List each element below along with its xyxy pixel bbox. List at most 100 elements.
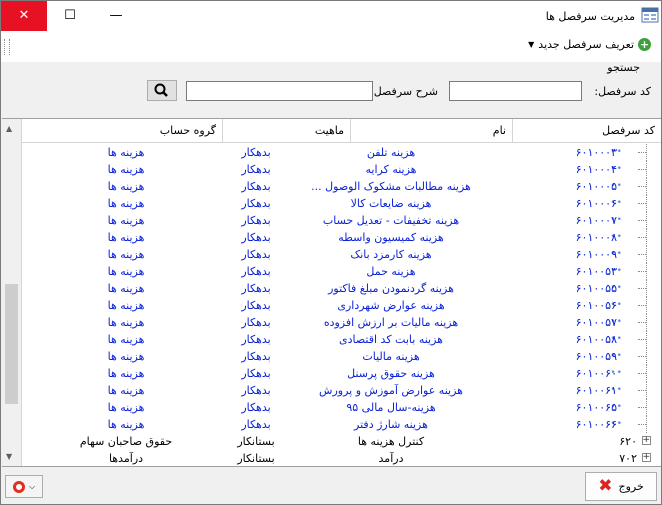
tree-branch <box>638 237 646 238</box>
cell-nature: بدهکار <box>241 401 271 414</box>
table-row[interactable]: •• ۶۰۱۰۰۰۹ هزینه کارمزد بانک بدهکار هزینه ها <box>22 246 661 263</box>
cell-code: ۶۰۱۰۰۶۶ <box>575 418 617 431</box>
cell-group: هزینه ها <box>107 384 145 397</box>
table-row[interactable]: •• ۶۰۱۰۰۰۵ هزینه مطالبات مشکوک الوصول ... ب… <box>22 178 661 195</box>
tree-line <box>646 263 647 280</box>
table-row[interactable]: •• ۶۰۱۰۰۰۶ هزینه ضایعات کالا بدهکار هزینه ها <box>22 195 661 212</box>
cell-code: ۶۰۱۰۰۵۹ <box>575 350 617 363</box>
cell-nature: بدهکار <box>241 316 271 329</box>
table-row[interactable]: •• ۶۰۱۰۰۰۷ هزینه تخفیفات - تعدیل حساب بدهکا… <box>22 212 661 229</box>
cell-code: ۶۰۱۰۰۰۷ <box>575 214 617 227</box>
cell-group: هزینه ها <box>107 163 145 176</box>
cell-nature: بدهکار <box>241 180 271 193</box>
plus-icon: + <box>638 38 651 51</box>
table-row[interactable]: •• ۶۰۱۰۰۶۱ هزینه عوارض آموزش و پرورش بدهکار… <box>22 382 661 399</box>
tree-line <box>646 161 647 178</box>
cell-nature: بدهکار <box>241 299 271 312</box>
tree-line <box>646 331 647 348</box>
table-row[interactable]: •• ۶۰۱۰۰۵۶ هزینه عوارض شهرداری بدهکار هزینه … <box>22 297 661 314</box>
cell-group: هزینه ها <box>107 401 145 414</box>
cell-group: هزینه ها <box>107 316 145 329</box>
cell-name: درآمد <box>378 452 404 465</box>
cell-name: هزینه حقوق پرسنل <box>347 367 435 380</box>
scroll-up-icon[interactable]: ▲ <box>6 124 12 133</box>
scroll-thumb[interactable] <box>5 284 18 404</box>
search-legend: جستجو <box>607 61 640 74</box>
cell-group: هزینه ها <box>107 333 145 346</box>
tree-branch <box>638 322 646 323</box>
table-row[interactable]: •• ۶۰۱۰۰۰۴ هزینه کرایه بدهکار هزینه ها <box>22 161 661 178</box>
cell-name: هزینه مطالبات مشکوک الوصول ... <box>311 180 471 193</box>
cell-nature: بدهکار <box>241 231 271 244</box>
scroll-down-icon[interactable]: ▼ <box>6 452 12 461</box>
cell-group: هزینه ها <box>107 214 145 227</box>
exit-button[interactable]: خروج ✖ <box>585 472 657 501</box>
cell-name: هزینه-سال مالی ۹۵ <box>346 401 436 414</box>
cell-nature: بستانکار <box>237 435 275 448</box>
cell-name: هزینه ضایعات کالا <box>350 197 432 210</box>
table-row[interactable]: •• ۶۰۱۰۰۵۵ هزینه گردنمودن مبلغ فاکتور بدهکا… <box>22 280 661 297</box>
expand-icon[interactable]: + <box>642 453 651 462</box>
tree-line <box>646 212 647 229</box>
cell-nature: بدهکار <box>241 214 271 227</box>
table-row[interactable]: •• ۶۰۱۰۰۰۳ هزینه تلفن بدهکار هزینه ها <box>22 144 661 161</box>
close-button[interactable]: ✕ <box>1 1 47 31</box>
code-label: کد سرفصل: <box>594 85 651 98</box>
tree-branch <box>638 203 646 204</box>
column-header-nature[interactable]: ماهیت <box>222 119 350 142</box>
cell-group: حقوق صاحبان سهام <box>79 435 173 448</box>
cell-code: ۷۰۲ <box>619 452 637 465</box>
cell-name: هزینه گردنمودن مبلغ فاکتور <box>328 282 454 295</box>
minimize-button[interactable]: — <box>93 1 139 31</box>
cell-code: ۶۰۱۰۰۰۹ <box>575 248 617 261</box>
cell-nature: بدهکار <box>241 146 271 159</box>
table-row[interactable]: •• ۶۰۱۰۰۵۷ هزینه مالیات بر ارزش افزوده بدهک… <box>22 314 661 331</box>
cell-group: هزینه ها <box>107 146 145 159</box>
help-dropdown-button[interactable]: ⌵ <box>5 475 43 498</box>
new-account-button[interactable]: + تعریف سرفصل جدید ▼ <box>528 38 651 51</box>
cell-code: ۶۰۱۰۰۰۸ <box>575 231 617 244</box>
column-header-name[interactable]: نام <box>350 119 512 142</box>
tree-branch <box>638 339 646 340</box>
table-row[interactable]: •• ۶۰۱۰۰۶۶ هزینه شارژ دفتر بدهکار هزینه ها <box>22 416 661 433</box>
grid-header: کد سرفصل نام ماهیت گروه حساب <box>22 119 661 143</box>
cell-code: ۶۰۱۰۰۶۵ <box>575 401 617 414</box>
vertical-scrollbar[interactable]: ▲ ▼ <box>2 119 22 466</box>
table-row[interactable]: +۷۰۲ درآمد بستانکار درآمدها <box>22 450 661 466</box>
toolbar-grip[interactable] <box>4 39 10 55</box>
tree-branch <box>638 356 646 357</box>
table-row[interactable]: •• ۶۰۱۰۰۵۳ هزینه حمل بدهکار هزینه ها <box>22 263 661 280</box>
table-row[interactable]: •• ۶۰۱۰۰۶۵ هزینه-سال مالی ۹۵ بدهکار هزینه ها <box>22 399 661 416</box>
cell-name: هزینه مالیات بر ارزش افزوده <box>323 316 459 329</box>
table-row[interactable]: •• ۶۰۱۰۰۵۹ هزینه مالیات بدهکار هزینه ها <box>22 348 661 365</box>
column-header-code[interactable]: کد سرفصل <box>512 119 661 142</box>
cell-code: ۶۰۱۰۰۶۰ <box>575 367 617 380</box>
tree-branch <box>638 186 646 187</box>
search-button[interactable] <box>147 80 177 101</box>
tree-line <box>646 314 647 331</box>
tree-branch <box>638 305 646 306</box>
cell-group: هزینه ها <box>107 231 145 244</box>
column-header-group[interactable]: گروه حساب <box>22 119 222 142</box>
tree-line <box>646 195 647 212</box>
accounts-grid[interactable]: ▲ ▼ کد سرفصل نام ماهیت گروه حساب •• ۶۰۱۰۰… <box>2 118 661 467</box>
lifebuoy-icon <box>12 480 25 493</box>
description-search-input[interactable] <box>186 81 373 101</box>
code-search-input[interactable] <box>449 81 582 101</box>
cell-name: هزینه تخفیفات - تعدیل حساب <box>322 214 460 227</box>
cell-code: ۶۰۱۰۰۰۳ <box>575 146 617 159</box>
table-row[interactable]: •• ۶۰۱۰۰۰۸ هزینه کمیسیون واسطه بدهکار هزینه … <box>22 229 661 246</box>
table-row[interactable]: •• ۶۰۱۰۰۶۰ هزینه حقوق پرسنل بدهکار هزینه ها <box>22 365 661 382</box>
tree-branch <box>638 271 646 272</box>
cell-group: هزینه ها <box>107 282 145 295</box>
table-row[interactable]: +۶۲۰ کنترل هزینه ها بستانکار حقوق صاحبان سه… <box>22 433 661 450</box>
tree-branch <box>638 220 646 221</box>
table-row[interactable]: •• ۶۰۱۰۰۵۸ هزینه بابت کد اقتصادی بدهکار هزین… <box>22 331 661 348</box>
main-window: مدیریت سرفصل ها — ☐ ✕ + تعریف سرفصل جدید… <box>0 0 662 505</box>
maximize-button[interactable]: ☐ <box>47 1 93 31</box>
expand-icon[interactable]: + <box>642 436 651 445</box>
tree-line <box>646 416 647 433</box>
tree-branch <box>638 152 646 153</box>
cell-code: ۶۰۱۰۰۶۱ <box>575 384 617 397</box>
cell-nature: بدهکار <box>241 265 271 278</box>
